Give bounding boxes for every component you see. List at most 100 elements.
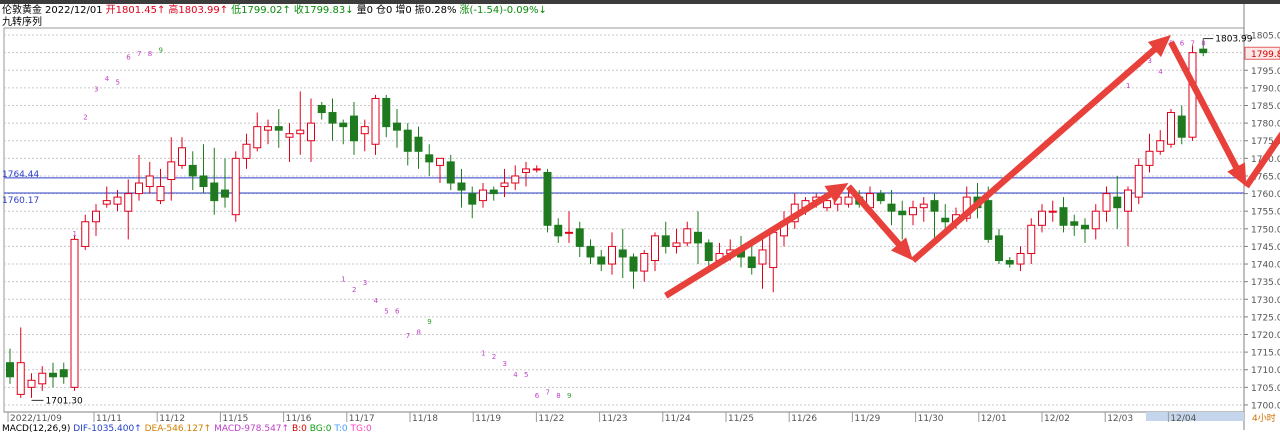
macd-value: MACD-978.547↑ [214, 424, 290, 434]
candle-body [371, 97, 380, 145]
candle-body [414, 136, 423, 152]
td-sequence-number: 8 [148, 50, 152, 58]
td-sequence-number: 3 [503, 360, 507, 368]
candle-body [135, 182, 143, 195]
y-tick-label: 1710.00 [1251, 366, 1280, 376]
y-tick-label: 1740.00 [1251, 261, 1280, 271]
current-price-label: 1799.83 [1251, 50, 1280, 60]
candle-body [38, 372, 47, 385]
candle-body [425, 154, 434, 163]
x-tick-label: 11/24 [665, 414, 691, 424]
x-tick-label: 11/23 [602, 414, 628, 424]
candle-body [231, 157, 240, 216]
y-tick-label: 1725.00 [1251, 313, 1280, 323]
candle-body [468, 193, 477, 205]
candle-body [1124, 189, 1132, 212]
low-mark-label: 1701.30 [46, 396, 83, 406]
candle-body [661, 235, 670, 247]
y-tick-label: 1795.00 [1251, 67, 1280, 77]
y-tick-label: 1785.00 [1251, 102, 1280, 112]
macd-bg: BG:0 [309, 424, 332, 434]
candlestick-chart[interactable]: 1700.00 1705.00 1710.00 1715.00 1720.00 1725.… [0, 0, 1280, 430]
y-tick-label: 1755.00 [1251, 208, 1280, 218]
td-sequence-number: 6 [395, 307, 400, 315]
candle-body [1134, 164, 1143, 198]
candle-body [436, 157, 444, 166]
candle-body [113, 196, 122, 205]
candle-body [511, 175, 520, 184]
candle-body [1156, 140, 1165, 152]
candle-body [457, 182, 466, 191]
trend-arrow [1168, 40, 1247, 187]
td-sequence-number: 9 [567, 392, 571, 400]
candle-body [1059, 207, 1068, 226]
y-tick-label: 1705.00 [1251, 384, 1280, 394]
candle-body [242, 143, 251, 159]
candle-body [500, 182, 509, 188]
candle-body [597, 256, 606, 265]
x-tick-label: 11/16 [286, 414, 312, 424]
macd-dea: DEA-546.127↑ [144, 424, 212, 434]
candle-body [6, 362, 14, 378]
candle-body [1038, 210, 1046, 226]
td-sequence-number: 2 [492, 353, 496, 361]
candle-body [307, 122, 315, 142]
x-tick-label: 12/01 [981, 414, 1007, 424]
td-sequence-number: 7 [137, 50, 141, 58]
y-tick-label: 1780.00 [1251, 120, 1280, 130]
td-sequence-number: 4 [374, 297, 379, 305]
candle-body [102, 200, 111, 205]
candle-body [350, 115, 358, 142]
price-level-label: 1760.17 [2, 196, 39, 206]
y-tick-label: 1720.00 [1251, 331, 1280, 341]
td-sequence-number: 7 [546, 388, 550, 396]
candle-body [296, 129, 305, 135]
candle-body [543, 171, 552, 226]
candle-body [1102, 193, 1111, 212]
candle-body [769, 231, 778, 269]
x-tick-label: 11/18 [412, 414, 438, 424]
td-sequence-number: 6 [535, 392, 540, 400]
candle-body [1016, 252, 1025, 265]
candle-body [522, 168, 530, 173]
candle-body [27, 379, 36, 388]
candle-body [618, 249, 627, 258]
candle-body [156, 186, 165, 202]
td-sequence-number: 8 [417, 328, 421, 336]
candle-body [446, 161, 455, 184]
candle-body [1027, 224, 1036, 254]
candle-body [898, 210, 907, 216]
candle-body [887, 203, 896, 212]
x-tick-label: 11/12 [159, 414, 185, 424]
td-sequence-number: 1 [341, 276, 345, 284]
candle-body [199, 175, 208, 188]
td-sequence-number: 8 [1201, 40, 1205, 48]
td-sequence-number: 8 [556, 392, 560, 400]
y-tick-label: 1750.00 [1251, 225, 1280, 235]
price-level-label: 1764.44 [2, 170, 39, 180]
candle-body [274, 126, 283, 131]
candle-body [844, 196, 853, 205]
candle-body [586, 245, 595, 258]
x-tick-label: 11/25 [728, 414, 754, 424]
td-sequence-number: 3 [94, 85, 98, 93]
candle-body [823, 200, 831, 209]
candle-body [360, 126, 369, 135]
y-tick-label: 1790.00 [1251, 84, 1280, 94]
candle-body [285, 133, 294, 138]
candle-body [608, 245, 616, 265]
candle-body [317, 105, 326, 114]
y-tick-label: 1730.00 [1251, 296, 1280, 306]
candle-body [995, 235, 1003, 262]
td-sequence-number: 6 [1180, 40, 1185, 48]
candle-body [264, 126, 272, 131]
td-sequence-number: 9 [159, 47, 163, 55]
candle-body [188, 164, 197, 177]
y-tick-label: 1700.00 [1251, 401, 1280, 411]
x-tick-label: 11/17 [349, 414, 375, 424]
td-sequence-number: 5 [524, 371, 528, 379]
candle-body [1167, 112, 1175, 145]
candle-body [1091, 210, 1100, 230]
candle-body [489, 189, 498, 195]
candle-body [1070, 221, 1079, 226]
